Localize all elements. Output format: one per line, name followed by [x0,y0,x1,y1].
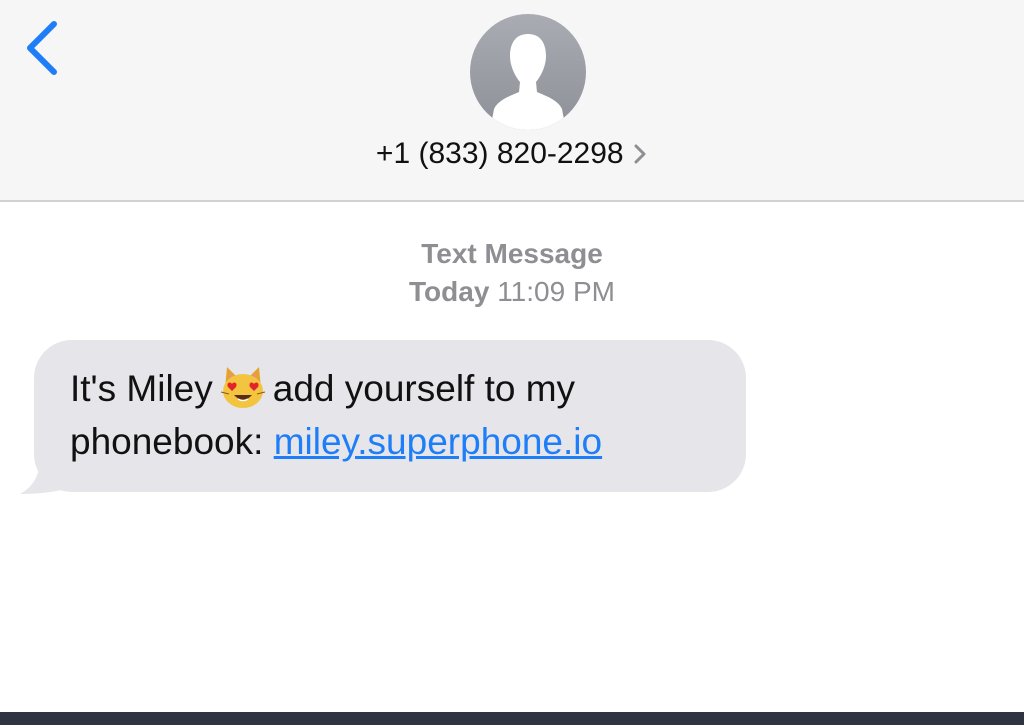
contact-number: +1 (833) 820-2298 [375,137,624,170]
smiling-cat-heart-eyes-icon [220,367,265,408]
conversation-header: +1 (833) 820-2298 [0,0,1024,202]
message-link[interactable]: miley.superphone.io [274,421,602,462]
chevron-left-icon[interactable] [18,14,68,84]
bottom-edge-bar [0,712,1024,725]
back-button[interactable] [18,14,68,84]
message-timestamp: Today 11:09 PM [0,276,1024,308]
person-silhouette-icon [490,34,566,130]
incoming-message-bubble[interactable]: It's Miley add yourself to my phonebook:… [34,340,746,492]
contact-avatar[interactable] [470,14,586,130]
contact-title-button[interactable]: +1 (833) 820-2298 [0,132,1024,176]
message-text-start: It's Miley [70,368,213,409]
message-type-label: Text Message [421,238,603,269]
timestamp-day: Today [409,276,490,307]
chevron-right-icon [634,144,646,164]
timestamp-time: 11:09 PM [497,276,615,307]
message-text: It's Miley add yourself to my phonebook:… [70,362,716,468]
